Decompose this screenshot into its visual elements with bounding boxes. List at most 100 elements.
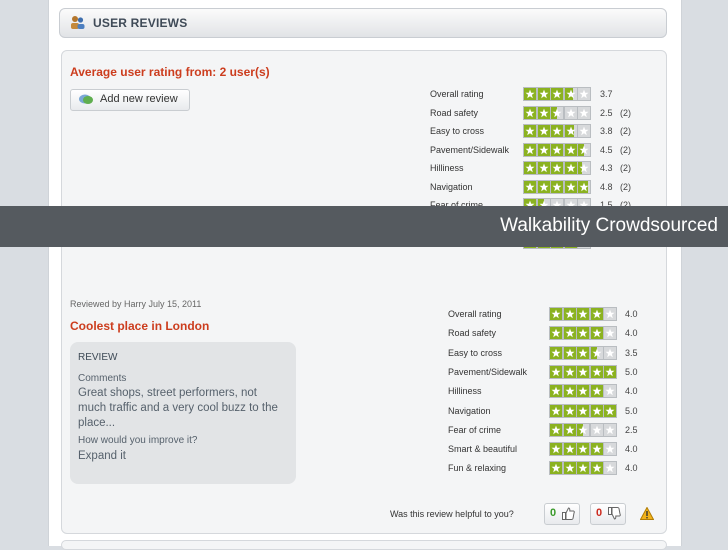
rating-value: 4.0 (625, 386, 638, 397)
star-icon (576, 364, 590, 379)
star-icon (576, 384, 590, 399)
next-panel-edge (61, 540, 667, 550)
rating-row: Overall rating 3.7 (430, 87, 670, 103)
star-icon (563, 124, 578, 138)
star-icon (523, 87, 537, 101)
star-icon (562, 364, 577, 379)
rating-value: 5.0 (625, 405, 638, 416)
star-icon (536, 105, 551, 120)
rating-row: Pavement/Sidewalk 5.0 (448, 364, 688, 381)
rating-label: Overall rating (448, 309, 502, 319)
star-icon (549, 364, 563, 379)
star-icon (563, 161, 578, 175)
page-container: USER REVIEWS Average user rating from: 2… (48, 0, 682, 550)
rating-value: 2.5 (625, 424, 638, 435)
star-icon (563, 87, 578, 101)
add-new-review-label: Add new review (100, 93, 178, 105)
star-icon (589, 442, 604, 457)
star-icon (550, 124, 564, 138)
rating-label: Easy to cross (448, 347, 503, 358)
rating-row: Pavement/Sidewalk 4.5 (2) (430, 142, 670, 159)
star-icon (536, 161, 551, 175)
helpful-yes-button[interactable]: 0 (544, 503, 580, 525)
rating-label: Hilliness (430, 163, 464, 173)
star-icon (589, 364, 604, 379)
star-icon (603, 403, 617, 418)
rating-label: Smart & beautiful (448, 444, 518, 455)
users-icon (71, 16, 85, 29)
star-icon (562, 422, 577, 437)
star-icon (536, 87, 551, 101)
rating-label: Navigation (430, 181, 473, 192)
star-icon (603, 307, 617, 321)
rating-label: Hilliness (448, 386, 482, 397)
rating-label: Pavement/Sidewalk (430, 144, 510, 155)
star-icon (603, 442, 617, 457)
rating-label: Pavement/Sidewalk (448, 366, 528, 377)
star-icon (562, 384, 577, 399)
star-icon (577, 105, 591, 120)
comments-text: Great shops, street performers, not much… (78, 387, 278, 429)
caption-banner: Walkability Crowdsourced (0, 206, 728, 247)
star-icon (576, 345, 590, 360)
star-icon (576, 442, 590, 457)
improve-label: How would you improve it? (78, 435, 198, 446)
rating-label: Navigation (448, 405, 491, 416)
star-icon (577, 161, 591, 175)
rating-label: Fun & relaxing (448, 463, 507, 474)
star-icon (549, 422, 563, 437)
section-title: USER REVIEWS (93, 16, 188, 30)
caption-text: Walkability Crowdsourced (500, 215, 718, 236)
rating-value: 4.3 (600, 163, 613, 173)
report-warning-icon[interactable] (640, 507, 654, 520)
star-icon (576, 326, 590, 341)
helpful-no-button[interactable]: 0 (590, 503, 626, 525)
improve-text: Expand it (78, 450, 126, 462)
rating-value: 4.5 (600, 144, 613, 155)
star-icon (523, 105, 537, 120)
thumbs-down-icon (608, 507, 621, 520)
rating-label: Overall rating (430, 89, 484, 99)
rating-count: (2) (620, 144, 631, 155)
star-icon (536, 179, 551, 194)
star-icon (562, 307, 577, 321)
rating-value: 4.0 (625, 463, 638, 474)
star-icon (562, 442, 577, 457)
rating-row: Hilliness 4.3 (2) (430, 161, 670, 177)
add-new-review-button[interactable]: Add new review (70, 89, 190, 111)
rating-label: Road safety (430, 107, 479, 118)
rating-row: Fear of crime 2.5 (448, 422, 688, 439)
star-icon (577, 142, 591, 157)
star-icon (563, 142, 578, 157)
star-icon (562, 326, 577, 341)
review-title: Coolest place in London (70, 319, 210, 333)
star-icon (563, 105, 578, 120)
star-icon (549, 384, 563, 399)
star-icon (577, 179, 591, 194)
star-icon (550, 179, 564, 194)
star-icon (523, 142, 537, 157)
star-icon (589, 461, 604, 476)
rating-count: (2) (620, 107, 631, 118)
star-icon (550, 87, 564, 101)
star-icon (523, 124, 537, 138)
star-icon (563, 179, 578, 194)
rating-count: (2) (620, 163, 631, 173)
rating-label: Road safety (448, 328, 497, 339)
star-icon (603, 384, 617, 399)
helpful-yes-count: 0 (550, 507, 557, 519)
rating-row: Navigation 4.8 (2) (430, 179, 670, 196)
rating-value: 4.8 (600, 181, 613, 192)
star-icon (589, 422, 604, 437)
rating-row: Road safety 2.5 (2) (430, 105, 670, 122)
reviewer-info: Reviewed by Harry July 15, 2011 (70, 299, 202, 309)
star-icon (576, 307, 590, 321)
rating-row: Easy to cross 3.8 (2) (430, 124, 670, 140)
rating-value: 3.5 (625, 347, 638, 358)
star-icon (536, 142, 551, 157)
rating-label: Easy to cross (430, 126, 485, 136)
rating-row: Easy to cross 3.5 (448, 345, 688, 362)
average-rating-title: Average user rating from: 2 user(s) (70, 65, 270, 79)
rating-row: Navigation 5.0 (448, 403, 688, 420)
star-icon (589, 345, 604, 360)
